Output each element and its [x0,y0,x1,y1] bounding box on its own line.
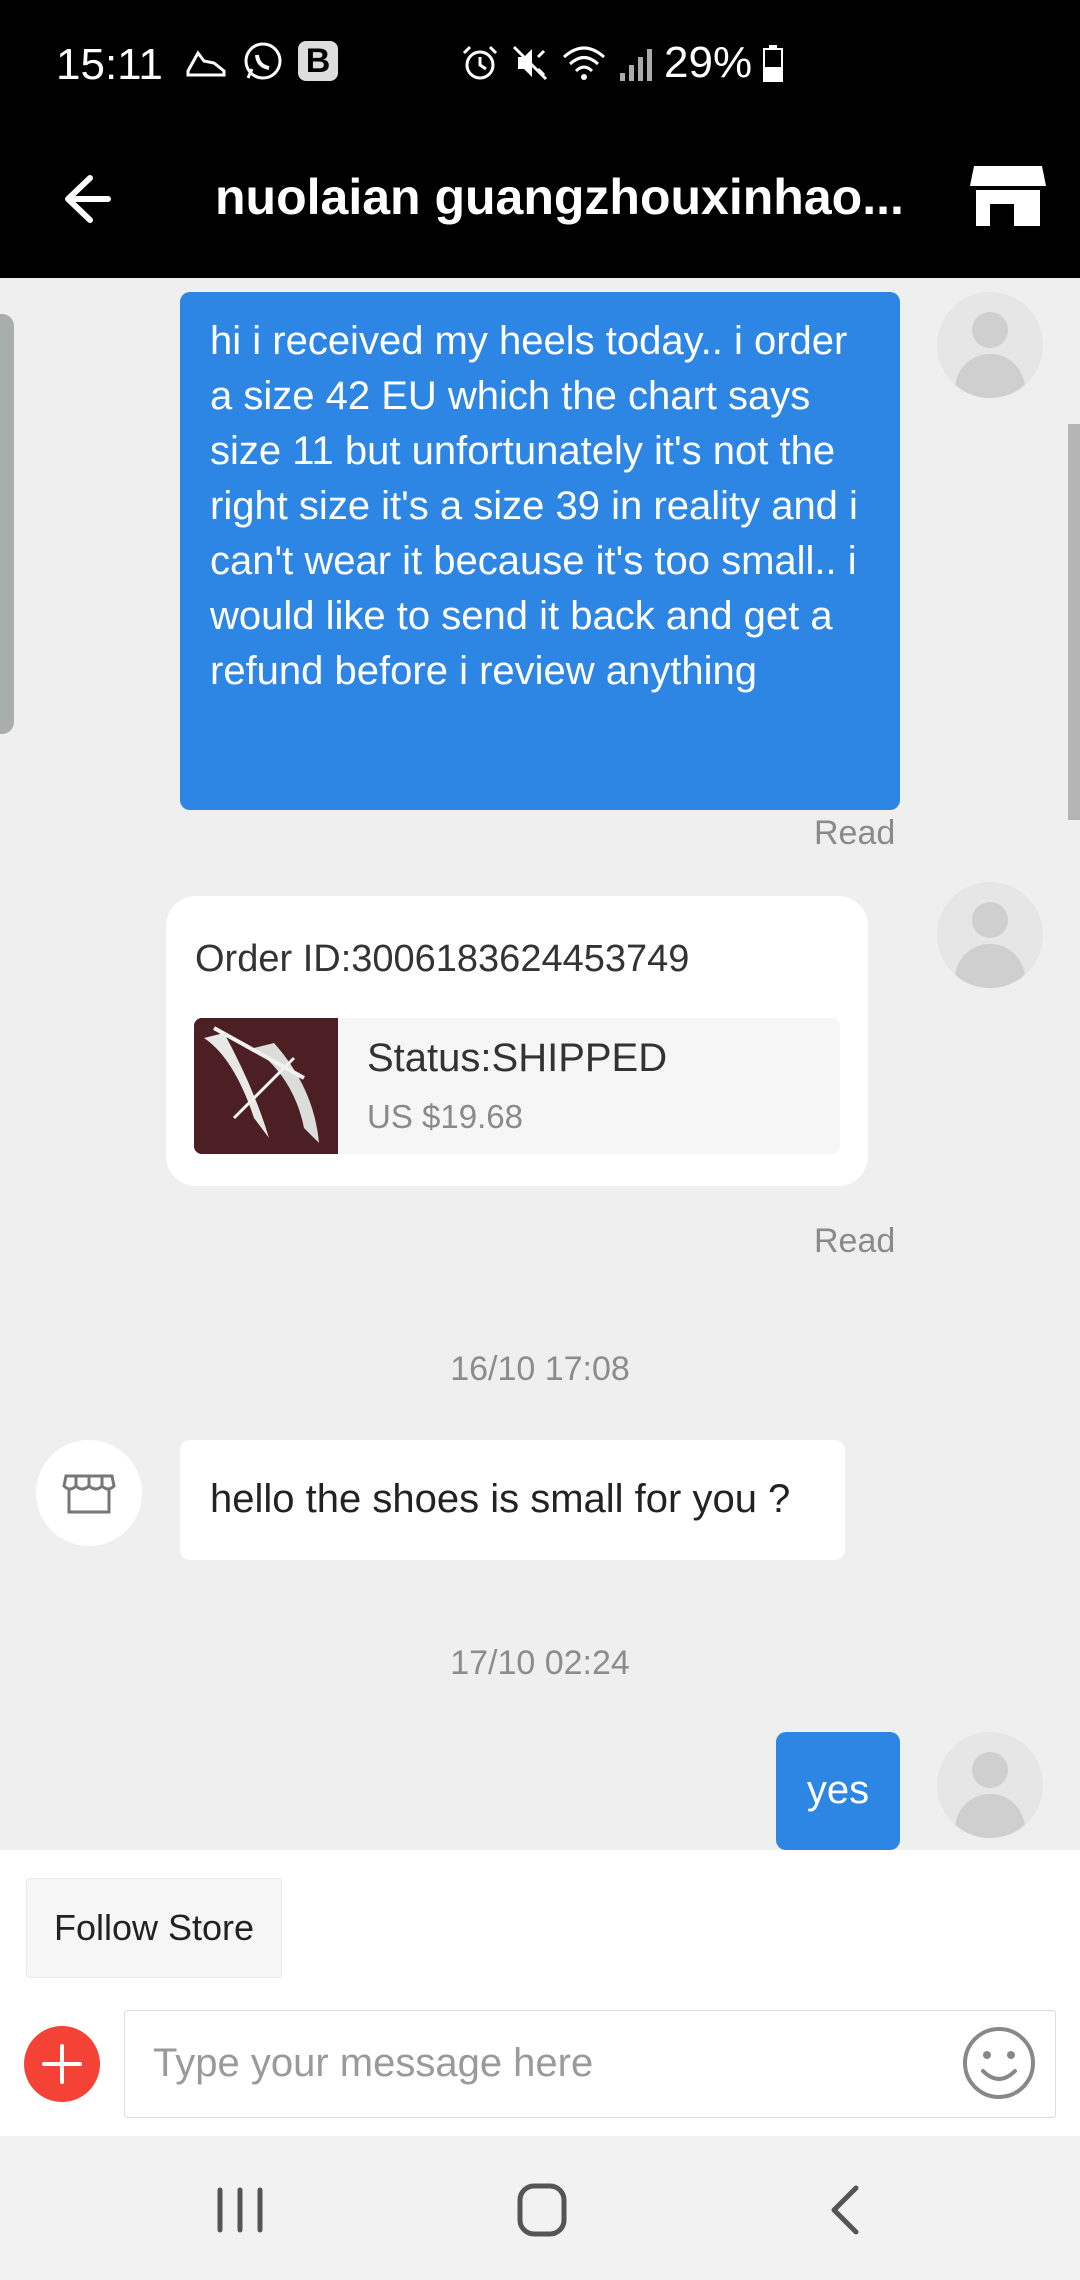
product-thumbnail [194,1018,338,1154]
message-input[interactable]: Type your message here [124,2010,1056,2118]
chat-header: nuolaian guangzhouxinhao... [0,134,1080,278]
user-avatar [937,1732,1043,1838]
notification-icons: B [184,40,338,82]
order-id: Order ID:3006183624453749 [195,938,690,980]
mute-icon [512,45,548,81]
read-receipt: Read [814,1222,896,1260]
home-button[interactable] [502,2180,582,2240]
battery-icon [763,45,784,82]
outgoing-message[interactable]: hi i received my heels today.. i order a… [180,292,900,810]
scrollbar[interactable] [1068,424,1080,820]
running-shoe-icon [186,50,226,77]
store-outline-icon [62,1474,116,1514]
order-card[interactable]: Order ID:3006183624453749 Status:SHIPPED… [166,896,868,1186]
back-button[interactable] [50,164,120,234]
b-app-icon: B [298,41,338,81]
emoji-icon[interactable] [961,2025,1037,2101]
order-price: US $19.68 [367,1098,523,1135]
user-avatar [937,882,1043,988]
system-nav-bar [0,2136,1080,2280]
system-icons: 29% [460,38,784,88]
status-time: 15:11 [56,40,163,89]
signal-icon [620,49,652,81]
message-text: yes [806,1768,870,1812]
store-icon[interactable] [968,156,1048,236]
message-text: hi i received my heels today.. i order a… [210,319,858,693]
status-bar: 15:11 B 29% [0,0,1080,134]
plus-icon [42,2044,82,2084]
timestamp: 17/10 02:24 [450,1644,630,1682]
edge-panel-handle[interactable] [0,314,14,734]
timestamp: 16/10 17:08 [450,1350,630,1388]
back-nav-button[interactable] [806,2180,886,2240]
order-status: Status:SHIPPED [367,1036,668,1080]
battery-percent: 29% [664,38,753,87]
message-text: hello the shoes is small for you ? [210,1477,791,1521]
chat-messages[interactable]: hi i received my heels today.. i order a… [0,278,1080,1850]
alarm-icon [462,45,498,80]
store-avatar [36,1440,142,1546]
user-avatar [937,292,1043,398]
order-product[interactable]: Status:SHIPPED US $19.68 [194,1018,840,1154]
follow-store-button[interactable]: Follow Store [26,1878,282,1978]
composer: Follow Store Type your message here [0,1850,1080,2136]
chat-title: nuolaian guangzhouxinhao... [215,169,904,225]
wifi-icon [562,46,606,80]
message-placeholder: Type your message here [153,2041,594,2085]
outgoing-message[interactable]: yes [776,1732,900,1850]
add-attachment-button[interactable] [24,2026,100,2102]
incoming-message[interactable]: hello the shoes is small for you ? [180,1440,845,1560]
recent-apps-button[interactable] [200,2180,280,2240]
read-receipt: Read [814,814,896,852]
whatsapp-icon [244,42,282,80]
